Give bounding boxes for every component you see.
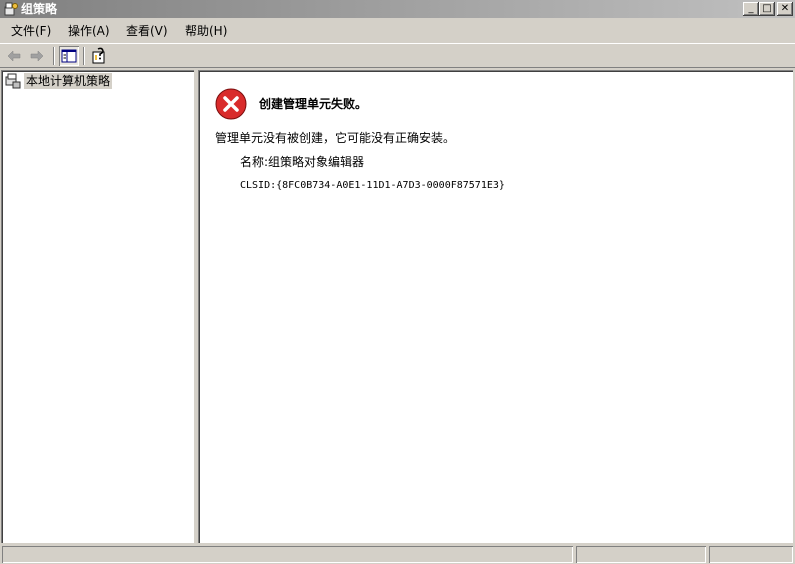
error-title: 创建管理单元失败。 xyxy=(259,97,368,111)
minimize-button[interactable]: _ xyxy=(743,2,759,16)
toolbar-separator xyxy=(53,47,55,65)
group-policy-window: 组策略 _ □ ✕ 文件(F) 操作(A) 查看(V) 帮助(H) 本地计算机策… xyxy=(0,0,795,564)
maximize-button[interactable]: □ xyxy=(759,2,775,16)
status-panel-2 xyxy=(576,546,706,563)
menu-help[interactable]: 帮助(H) xyxy=(185,23,227,39)
computer-policy-icon xyxy=(5,73,21,89)
group-policy-app-icon xyxy=(4,2,18,16)
snapin-name: 名称:组策略对象编辑器 xyxy=(240,155,365,169)
menu-action[interactable]: 操作(A) xyxy=(68,23,110,39)
status-bar xyxy=(0,545,795,564)
toolbar-separator xyxy=(83,47,85,65)
forward-arrow-icon[interactable] xyxy=(27,46,47,66)
show-hide-tree-icon[interactable] xyxy=(59,46,79,66)
close-button[interactable]: ✕ xyxy=(777,2,793,16)
details-pane: 创建管理单元失败。 管理单元没有被创建，它可能没有正确安装。 名称:组策略对象编… xyxy=(198,70,793,543)
status-panel-3 xyxy=(709,546,793,563)
menu-bar: 文件(F) 操作(A) 查看(V) 帮助(H) xyxy=(0,20,795,42)
tree-pane[interactable]: 本地计算机策略 xyxy=(1,70,194,543)
title-bar[interactable]: 组策略 _ □ ✕ xyxy=(0,0,795,18)
window-title: 组策略 xyxy=(21,2,58,16)
toolbar xyxy=(0,43,795,68)
back-arrow-icon[interactable] xyxy=(4,46,24,66)
menu-view[interactable]: 查看(V) xyxy=(126,23,168,39)
error-icon xyxy=(215,88,247,120)
error-message: 管理单元没有被创建，它可能没有正确安装。 xyxy=(215,131,456,145)
menu-file[interactable]: 文件(F) xyxy=(11,23,51,39)
tree-item-label: 本地计算机策略 xyxy=(24,73,113,89)
snapin-clsid: CLSID:{8FC0B734-A0E1-11D1-A7D3-0000F8757… xyxy=(240,180,505,191)
help-icon[interactable] xyxy=(89,46,109,66)
status-panel-main xyxy=(2,546,573,563)
